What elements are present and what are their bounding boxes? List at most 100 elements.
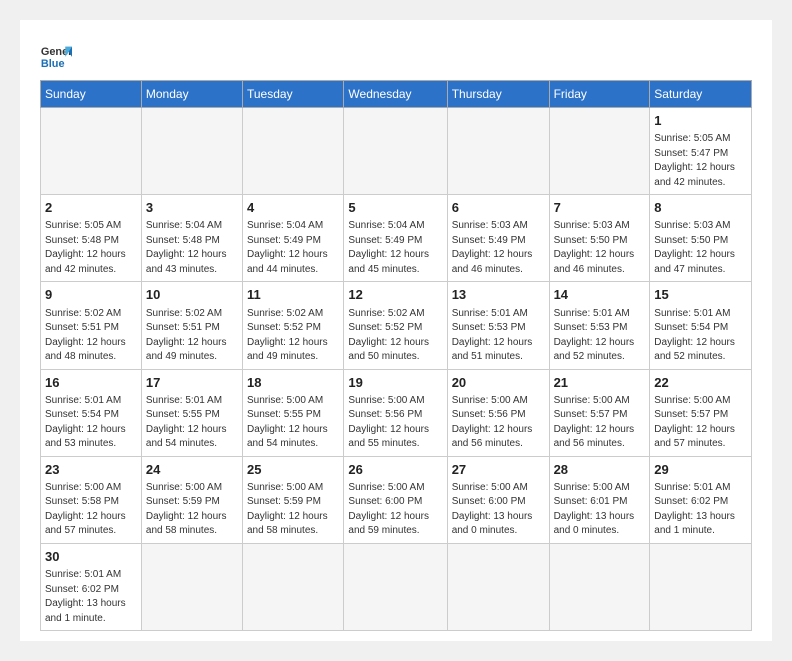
calendar-cell: 2 Sunrise: 5:05 AMSunset: 5:48 PMDaylight… (41, 195, 142, 282)
calendar-cell: 10Sunrise: 5:02 AMSunset: 5:51 PMDayligh… (141, 282, 242, 369)
day-number: 17 (146, 374, 238, 392)
day-info: Sunrise: 5:00 AMSunset: 5:59 PMDaylight:… (146, 481, 238, 539)
calendar-cell: 21 Sunrise: 5:00 AMSunset: 5:57 PMDayligh… (549, 369, 650, 456)
day-info: Sunrise: 5:01 AMSunset: 5:53 PMDaylight:… (554, 307, 646, 365)
calendar-week-row: 16 Sunrise: 5:01 AMSunset: 5:54 PMDayligh… (41, 369, 752, 456)
day-info: Sunrise: 5:00 AMSunset: 6:01 PMDaylight:… (554, 481, 646, 539)
day-info: Sunrise: 5:01 AMSunset: 5:54 PMDaylight:… (654, 307, 747, 365)
calendar-cell: 29 Sunrise: 5:01 AMSunset: 6:02 PMDayligh… (650, 456, 752, 543)
day-info: Sunrise: 5:00 AMSunset: 5:56 PMDaylight:… (452, 394, 545, 452)
calendar-cell (549, 108, 650, 195)
calendar-cell: 17 Sunrise: 5:01 AMSunset: 5:55 PMDayligh… (141, 369, 242, 456)
calendar-week-row: 30 Sunrise: 5:01 AMSunset: 6:02 PMDayligh… (41, 543, 752, 630)
day-info: Sunrise: 5:02 AMSunset: 5:51 PMDaylight:… (45, 307, 137, 365)
calendar-cell: 18 Sunrise: 5:00 AMSunset: 5:55 PMDayligh… (243, 369, 344, 456)
day-number: 22 (654, 374, 747, 392)
day-info: Sunrise: 5:04 AMSunset: 5:49 PMDaylight:… (247, 219, 339, 277)
day-info: Sunrise: 5:05 AMSunset: 5:48 PMDaylight:… (45, 219, 137, 277)
calendar-cell: 9 Sunrise: 5:02 AMSunset: 5:51 PMDaylight… (41, 282, 142, 369)
calendar-cell (447, 108, 549, 195)
day-info: Sunrise: 5:00 AMSunset: 5:57 PMDaylight:… (554, 394, 646, 452)
day-info: Sunrise: 5:02 AMSunset: 5:52 PMDaylight:… (348, 307, 442, 365)
header: General Blue (40, 40, 752, 72)
calendar-cell: 5 Sunrise: 5:04 AMSunset: 5:49 PMDaylight… (344, 195, 447, 282)
day-info: Sunrise: 5:03 AMSunset: 5:50 PMDaylight:… (554, 219, 646, 277)
day-info: Sunrise: 5:04 AMSunset: 5:49 PMDaylight:… (348, 219, 442, 277)
calendar-cell: 14 Sunrise: 5:01 AMSunset: 5:53 PMDayligh… (549, 282, 650, 369)
day-number: 16 (45, 374, 137, 392)
day-info: Sunrise: 5:05 AMSunset: 5:47 PMDaylight:… (654, 132, 747, 190)
calendar-cell: 8Sunrise: 5:03 AMSunset: 5:50 PMDaylight… (650, 195, 752, 282)
day-number: 18 (247, 374, 339, 392)
day-info: Sunrise: 5:01 AMSunset: 5:55 PMDaylight:… (146, 394, 238, 452)
calendar-cell (549, 543, 650, 630)
calendar-cell: 15 Sunrise: 5:01 AMSunset: 5:54 PMDayligh… (650, 282, 752, 369)
day-number: 27 (452, 461, 545, 479)
calendar-cell: 6Sunrise: 5:03 AMSunset: 5:49 PMDaylight… (447, 195, 549, 282)
day-number: 28 (554, 461, 646, 479)
day-info: Sunrise: 5:01 AMSunset: 5:53 PMDaylight:… (452, 307, 545, 365)
logo: General Blue (40, 40, 72, 72)
day-info: Sunrise: 5:00 AMSunset: 5:55 PMDaylight:… (247, 394, 339, 452)
generalblue-logo-icon: General Blue (40, 40, 72, 72)
day-number: 29 (654, 461, 747, 479)
day-number: 19 (348, 374, 442, 392)
calendar-cell: 28 Sunrise: 5:00 AMSunset: 6:01 PMDayligh… (549, 456, 650, 543)
day-number: 5 (348, 199, 442, 217)
calendar-cell (344, 543, 447, 630)
day-number: 20 (452, 374, 545, 392)
calendar-cell: 30 Sunrise: 5:01 AMSunset: 6:02 PMDayligh… (41, 543, 142, 630)
calendar-week-row: 23 Sunrise: 5:00 AMSunset: 5:58 PMDayligh… (41, 456, 752, 543)
calendar-cell: 26Sunrise: 5:00 AMSunset: 6:00 PMDayligh… (344, 456, 447, 543)
weekday-header-wednesday: Wednesday (344, 81, 447, 108)
calendar-cell: 19 Sunrise: 5:00 AMSunset: 5:56 PMDayligh… (344, 369, 447, 456)
day-number: 4 (247, 199, 339, 217)
day-number: 9 (45, 286, 137, 304)
day-number: 30 (45, 548, 137, 566)
weekday-header-row: SundayMondayTuesdayWednesdayThursdayFrid… (41, 81, 752, 108)
day-info: Sunrise: 5:01 AMSunset: 6:02 PMDaylight:… (654, 481, 747, 539)
day-number: 14 (554, 286, 646, 304)
weekday-header-thursday: Thursday (447, 81, 549, 108)
day-number: 23 (45, 461, 137, 479)
calendar-week-row: 9 Sunrise: 5:02 AMSunset: 5:51 PMDaylight… (41, 282, 752, 369)
calendar-cell (447, 543, 549, 630)
day-info: Sunrise: 5:00 AMSunset: 5:56 PMDaylight:… (348, 394, 442, 452)
day-number: 11 (247, 286, 339, 304)
day-info: Sunrise: 5:00 AMSunset: 5:59 PMDaylight:… (247, 481, 339, 539)
calendar-cell: 12Sunrise: 5:02 AMSunset: 5:52 PMDayligh… (344, 282, 447, 369)
day-number: 13 (452, 286, 545, 304)
day-number: 25 (247, 461, 339, 479)
calendar-page: General Blue SundayMondayTuesdayWednesda… (20, 20, 772, 641)
day-number: 15 (654, 286, 747, 304)
calendar-cell: 22 Sunrise: 5:00 AMSunset: 5:57 PMDayligh… (650, 369, 752, 456)
day-number: 2 (45, 199, 137, 217)
calendar-table: SundayMondayTuesdayWednesdayThursdayFrid… (40, 80, 752, 631)
calendar-week-row: 1Sunrise: 5:05 AMSunset: 5:47 PMDaylight… (41, 108, 752, 195)
day-info: Sunrise: 5:03 AMSunset: 5:50 PMDaylight:… (654, 219, 747, 277)
calendar-cell: 11Sunrise: 5:02 AMSunset: 5:52 PMDayligh… (243, 282, 344, 369)
day-info: Sunrise: 5:00 AMSunset: 5:58 PMDaylight:… (45, 481, 137, 539)
day-number: 10 (146, 286, 238, 304)
calendar-cell: 25 Sunrise: 5:00 AMSunset: 5:59 PMDayligh… (243, 456, 344, 543)
calendar-cell: 4 Sunrise: 5:04 AMSunset: 5:49 PMDaylight… (243, 195, 344, 282)
day-number: 3 (146, 199, 238, 217)
calendar-cell: 13 Sunrise: 5:01 AMSunset: 5:53 PMDayligh… (447, 282, 549, 369)
day-info: Sunrise: 5:00 AMSunset: 5:57 PMDaylight:… (654, 394, 747, 452)
calendar-cell (141, 108, 242, 195)
calendar-cell (141, 543, 242, 630)
day-number: 6 (452, 199, 545, 217)
weekday-header-tuesday: Tuesday (243, 81, 344, 108)
day-info: Sunrise: 5:01 AMSunset: 6:02 PMDaylight:… (45, 568, 137, 626)
day-number: 7 (554, 199, 646, 217)
calendar-cell (243, 108, 344, 195)
calendar-cell: 24Sunrise: 5:00 AMSunset: 5:59 PMDayligh… (141, 456, 242, 543)
calendar-cell: 16 Sunrise: 5:01 AMSunset: 5:54 PMDayligh… (41, 369, 142, 456)
day-info: Sunrise: 5:01 AMSunset: 5:54 PMDaylight:… (45, 394, 137, 452)
calendar-cell: 7 Sunrise: 5:03 AMSunset: 5:50 PMDaylight… (549, 195, 650, 282)
day-info: Sunrise: 5:04 AMSunset: 5:48 PMDaylight:… (146, 219, 238, 277)
calendar-cell: 23 Sunrise: 5:00 AMSunset: 5:58 PMDayligh… (41, 456, 142, 543)
calendar-cell (650, 543, 752, 630)
day-number: 21 (554, 374, 646, 392)
day-info: Sunrise: 5:00 AMSunset: 6:00 PMDaylight:… (452, 481, 545, 539)
